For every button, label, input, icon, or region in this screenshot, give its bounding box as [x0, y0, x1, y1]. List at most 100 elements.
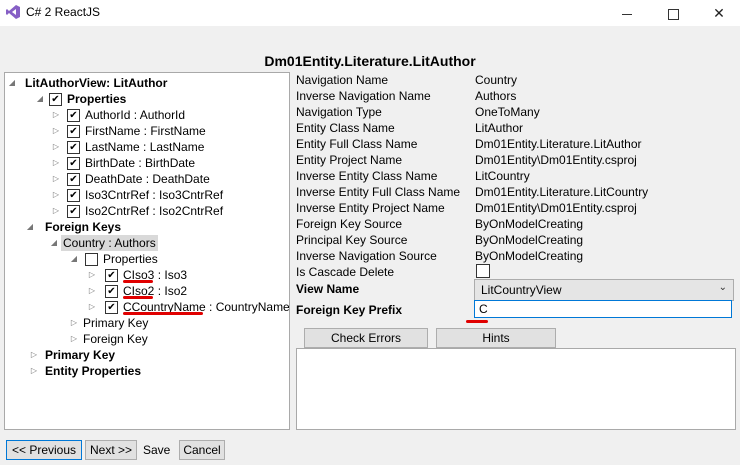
detail-value: Dm01Entity\Dm01Entity.csproj [475, 153, 637, 167]
previous-button[interactable]: << Previous [6, 440, 82, 460]
property-label: Iso3CntrRef : Iso3CntrRef [85, 188, 224, 202]
property-label: LastName : LastName [85, 140, 205, 154]
property-checkbox[interactable] [67, 205, 80, 218]
collapsed-arrow-icon[interactable]: ▷ [29, 347, 39, 363]
hints-button[interactable]: Hints [436, 328, 556, 348]
detail-label: Inverse Navigation Source [296, 249, 437, 263]
properties-checkbox[interactable] [49, 93, 62, 106]
property-checkbox[interactable] [67, 157, 80, 170]
view-name-label: View Name [296, 282, 360, 296]
check-errors-button[interactable]: Check Errors [304, 328, 428, 348]
entity-tree[interactable]: ◢ LitAuthorView: LitAuthor ◢ Properties … [4, 72, 290, 430]
detail-label: Entity Project Name [296, 153, 403, 167]
fk-property-type: : CountryName [205, 300, 290, 314]
tree-root-label: LitAuthorView: LitAuthor [25, 76, 168, 90]
title-bar: C# 2 ReactJS ✕ [0, 0, 740, 26]
property-label: FirstName : FirstName [85, 124, 206, 138]
expanded-arrow-icon[interactable]: ◢ [25, 219, 35, 235]
fk-prefix-label: Foreign Key Prefix [296, 303, 403, 317]
collapsed-arrow-icon[interactable]: ▷ [51, 107, 61, 123]
detail-value: ByOnModelCreating [475, 217, 584, 231]
detail-label: Principal Key Source [296, 233, 408, 247]
view-name-select[interactable]: LitCountryView ⌄ [474, 279, 734, 301]
save-button[interactable]: Save [143, 443, 170, 457]
window-title: C# 2 ReactJS [26, 5, 101, 19]
minimize-button[interactable] [604, 0, 650, 26]
collapsed-arrow-icon[interactable]: ▷ [87, 267, 97, 283]
fk-property-type: : Iso2 [154, 284, 188, 298]
collapsed-arrow-icon[interactable]: ▷ [51, 171, 61, 187]
detail-label: Inverse Entity Class Name [296, 169, 438, 183]
close-button[interactable]: ✕ [696, 0, 740, 26]
annotation-underline [123, 280, 153, 283]
collapsed-arrow-icon[interactable]: ▷ [69, 331, 79, 347]
view-name-value: LitCountryView [481, 283, 562, 297]
chevron-down-icon[interactable]: ⌄ [719, 282, 727, 293]
cancel-button[interactable]: Cancel [179, 440, 225, 460]
property-checkbox[interactable] [67, 173, 80, 186]
collapsed-arrow-icon[interactable]: ▷ [29, 363, 39, 379]
detail-label: Entity Full Class Name [296, 137, 418, 151]
property-checkbox[interactable] [67, 125, 80, 138]
foreign-keys-label: Foreign Keys [45, 220, 122, 234]
detail-label: Inverse Navigation Name [296, 89, 431, 103]
detail-label: Foreign Key Source [296, 217, 403, 231]
collapsed-arrow-icon[interactable]: ▷ [51, 139, 61, 155]
property-label: AuthorId : AuthorId [85, 108, 186, 122]
maximize-button[interactable] [650, 0, 696, 26]
detail-label: Inverse Entity Full Class Name [296, 185, 461, 199]
collapsed-arrow-icon[interactable]: ▷ [51, 187, 61, 203]
detail-value: Dm01Entity\Dm01Entity.csproj [475, 201, 637, 215]
minimize-icon [622, 13, 632, 15]
detail-value: Dm01Entity.Literature.LitAuthor [475, 137, 642, 151]
fk-foreign-key-label: Foreign Key [83, 332, 148, 346]
detail-value: Authors [475, 89, 517, 103]
collapsed-arrow-icon[interactable]: ▷ [69, 315, 79, 331]
detail-value: ByOnModelCreating [475, 249, 584, 263]
collapsed-arrow-icon[interactable]: ▷ [51, 123, 61, 139]
detail-value: ByOnModelCreating [475, 233, 584, 247]
detail-value: LitCountry [475, 169, 530, 183]
detail-value: Country [475, 73, 518, 87]
output-textarea[interactable] [296, 348, 736, 430]
annotation-underline [466, 320, 488, 323]
fk-primary-key-label: Primary Key [83, 316, 149, 330]
annotation-underline [123, 296, 153, 299]
cascade-delete-checkbox[interactable] [476, 264, 490, 278]
property-checkbox[interactable] [67, 109, 80, 122]
detail-value: Dm01Entity.Literature.LitCountry [475, 185, 649, 199]
page-title: Dm01Entity.Literature.LitAuthor [264, 53, 476, 69]
detail-value: LitAuthor [475, 121, 524, 135]
fk-property-checkbox[interactable] [105, 301, 118, 314]
properties-label: Properties [67, 92, 127, 106]
expanded-arrow-icon[interactable]: ◢ [49, 235, 59, 251]
collapsed-arrow-icon[interactable]: ▷ [51, 155, 61, 171]
fk-node-label: Country : Authors [61, 235, 158, 251]
collapsed-arrow-icon[interactable]: ▷ [87, 299, 97, 315]
collapsed-arrow-icon[interactable]: ▷ [87, 283, 97, 299]
visual-studio-icon [6, 5, 20, 19]
property-label: Iso2CntrRef : Iso2CntrRef [85, 204, 224, 218]
detail-label: Navigation Name [296, 73, 389, 87]
expanded-arrow-icon[interactable]: ◢ [35, 91, 45, 107]
fk-properties-checkbox[interactable] [85, 253, 98, 266]
expanded-arrow-icon[interactable]: ◢ [69, 251, 79, 267]
detail-label: Inverse Entity Project Name [296, 201, 445, 215]
collapsed-arrow-icon[interactable]: ▷ [51, 203, 61, 219]
property-checkbox[interactable] [67, 141, 80, 154]
detail-label: Navigation Type [296, 105, 382, 119]
property-label: DeathDate : DeathDate [85, 172, 210, 186]
primary-key-label: Primary Key [45, 348, 116, 362]
detail-value: OneToMany [475, 105, 540, 119]
detail-label: Entity Class Name [296, 121, 395, 135]
fk-properties-label: Properties [103, 252, 158, 266]
fk-property-type: : Iso3 [154, 268, 188, 282]
close-icon: ✕ [713, 5, 725, 21]
cascade-delete-label: Is Cascade Delete [296, 265, 395, 279]
property-checkbox[interactable] [67, 189, 80, 202]
fk-prefix-input[interactable] [474, 300, 732, 318]
fk-property-checkbox[interactable] [105, 269, 118, 282]
next-button[interactable]: Next >> [85, 440, 137, 460]
fk-property-checkbox[interactable] [105, 285, 118, 298]
expanded-arrow-icon[interactable]: ◢ [7, 75, 17, 91]
